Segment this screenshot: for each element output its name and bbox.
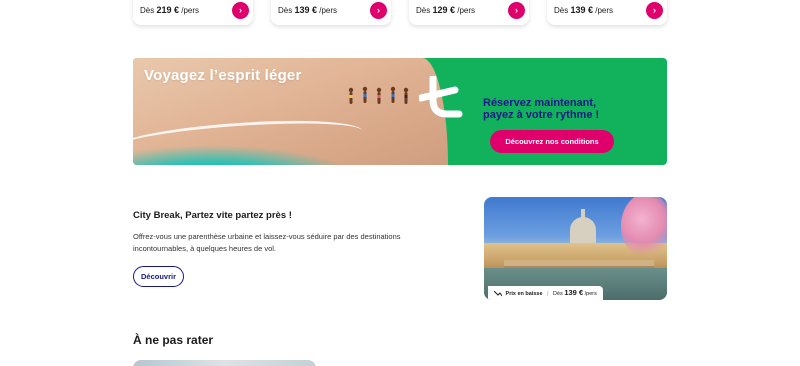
dome (570, 217, 596, 243)
offer-price: Dès 219 € /pers (140, 5, 200, 15)
transavia-logo-icon (419, 76, 463, 118)
discover-button[interactable]: Découvrir (133, 266, 184, 287)
offer-price: Dès 139 € /pers (278, 5, 338, 15)
bridge (504, 260, 654, 268)
offer-card[interactable]: Dès 139 € /pers › (547, 0, 667, 25)
offer-card[interactable]: Dès 219 € /pers › (133, 0, 253, 25)
chevron-right-icon[interactable]: › (370, 2, 387, 19)
city-break-image[interactable]: Prix en baisse | Dès 139 € /pers (484, 197, 667, 300)
promo-banner[interactable]: Voyagez l’esprit léger Réservez maintena… (133, 58, 667, 165)
offer-card[interactable]: Dès 129 € /pers › (409, 0, 529, 25)
people-on-sand-image (348, 86, 409, 104)
offer-price: Dès 129 € /pers (416, 5, 476, 15)
city-break-description: Offrez-vous une parenthèse urbaine et la… (133, 232, 401, 253)
offer-price: Dès 139 € /pers (554, 5, 614, 15)
chevron-right-icon[interactable]: › (232, 2, 249, 19)
section-title: À ne pas rater (133, 333, 214, 347)
wave-foam (133, 114, 364, 165)
trend-down-icon (493, 290, 503, 296)
city-break-title: City Break, Partez vite partez près ! (133, 210, 292, 221)
conditions-button[interactable]: Découvrez nos conditions (490, 130, 614, 153)
chevron-right-icon[interactable]: › (646, 2, 663, 19)
teaser-card-image[interactable] (133, 360, 316, 366)
chevron-right-icon[interactable]: › (508, 2, 525, 19)
banner-headline: Réservez maintenant, payez à votre rythm… (483, 97, 600, 121)
banner-title: Voyagez l’esprit léger (144, 67, 302, 84)
offer-card[interactable]: Dès 139 € /pers › (271, 0, 391, 25)
price-badge: Prix en baisse | Dès 139 € /pers (488, 286, 603, 300)
